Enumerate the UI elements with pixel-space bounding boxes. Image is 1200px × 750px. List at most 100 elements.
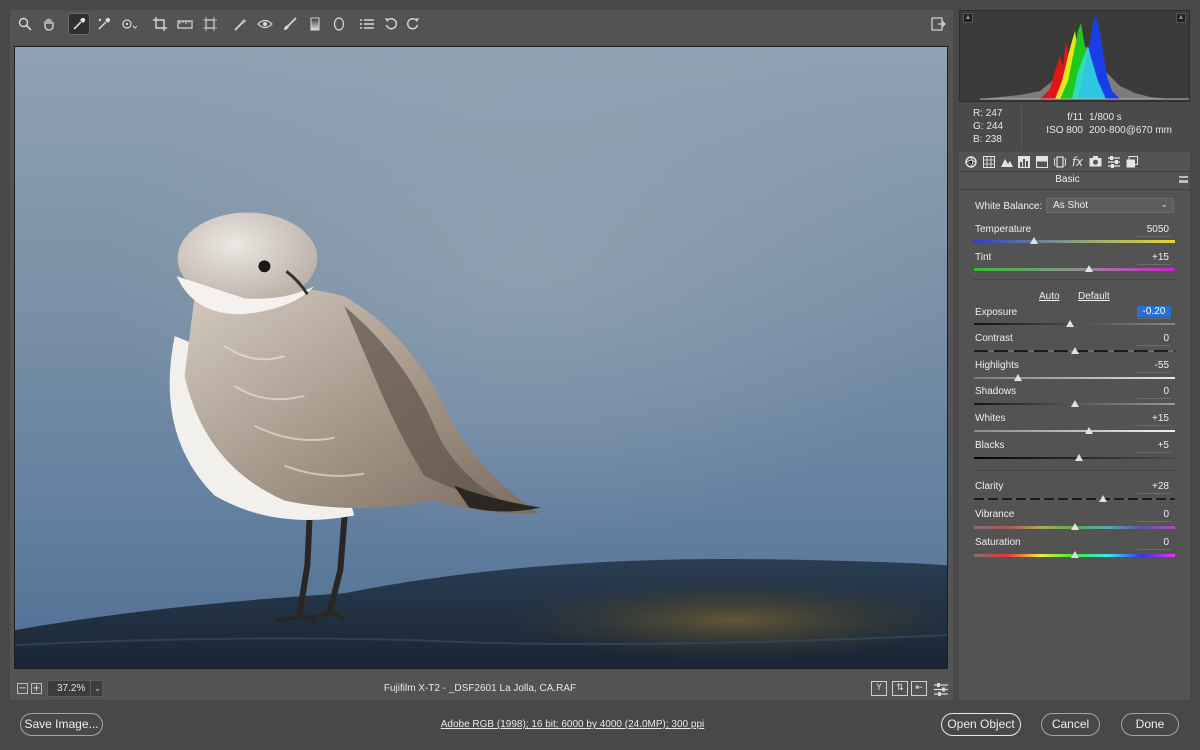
info-area: R: 247 G: 244 B: 238 f/11 1/800 s ISO 800… xyxy=(959,102,1190,152)
save-image-button[interactable]: Save Image... xyxy=(20,713,103,736)
hand-tool-button[interactable] xyxy=(38,13,60,35)
default-button[interactable]: Default xyxy=(1078,291,1110,302)
done-button[interactable]: Done xyxy=(1121,713,1179,736)
image-preview[interactable] xyxy=(14,46,948,669)
tab-effects[interactable]: fx xyxy=(1070,154,1085,169)
panel-menu-icon[interactable] xyxy=(1179,176,1188,183)
temperature-label: Temperature xyxy=(975,224,1032,235)
section-divider xyxy=(973,470,1176,471)
whites-value[interactable]: +15 xyxy=(1137,413,1171,426)
tab-hsl[interactable] xyxy=(1016,154,1031,169)
tab-camera-calibration[interactable] xyxy=(1088,154,1103,169)
exposure-slider[interactable] xyxy=(974,323,1175,325)
tint-slider-thumb[interactable] xyxy=(1084,265,1093,272)
whites-slider-thumb[interactable] xyxy=(1084,427,1093,434)
copy-settings-button[interactable]: ⇤ xyxy=(911,681,927,696)
saturation-slider-thumb[interactable] xyxy=(1070,551,1079,558)
info-divider xyxy=(1021,106,1022,148)
clarity-slider[interactable] xyxy=(974,498,1175,500)
red-eye-tool-button[interactable] xyxy=(254,13,276,35)
temperature-slider[interactable] xyxy=(974,240,1175,243)
crop-tool-button[interactable] xyxy=(149,13,171,35)
exposure-slider-thumb[interactable] xyxy=(1066,320,1075,327)
file-name: Fujifilm X-T2 - _DSF2601 La Jolla, CA.RA… xyxy=(383,683,577,694)
tint-value[interactable]: +15 xyxy=(1137,252,1171,265)
vibrance-slider-thumb[interactable] xyxy=(1070,523,1079,530)
brush-icon xyxy=(284,17,297,30)
sliders-icon xyxy=(934,682,948,696)
lens-icon xyxy=(1053,155,1066,168)
target-adjust-icon xyxy=(122,19,137,29)
chevron-down-icon[interactable]: ⌄ xyxy=(90,681,104,696)
clarity-slider-thumb[interactable] xyxy=(1098,495,1107,502)
red-eye-icon xyxy=(257,19,273,29)
tint-slider[interactable] xyxy=(974,268,1175,271)
shadows-value[interactable]: 0 xyxy=(1137,386,1171,399)
auto-button[interactable]: Auto xyxy=(1039,291,1060,302)
swap-settings-button[interactable]: ⇅ xyxy=(892,681,908,696)
aperture-icon xyxy=(964,155,977,168)
tab-basic[interactable] xyxy=(963,154,978,169)
rotate-ccw-button[interactable] xyxy=(380,13,402,35)
white-balance-tool-button[interactable] xyxy=(68,13,90,35)
graduated-filter-tool-button[interactable] xyxy=(304,13,326,35)
blacks-slider-thumb[interactable] xyxy=(1074,454,1083,461)
zoom-level-value: 37.2% xyxy=(57,683,86,694)
transform-tool-button[interactable] xyxy=(199,13,221,35)
shadow-clipping-warning-button[interactable]: ▲ xyxy=(963,13,973,23)
white-balance-select[interactable]: As Shot ⌄ xyxy=(1046,198,1174,213)
camera-icon xyxy=(1089,156,1102,167)
minus-icon: − xyxy=(18,683,27,694)
before-after-view-button[interactable]: Y xyxy=(871,681,887,696)
rgb-r: R: 247 xyxy=(973,108,1003,119)
iso: ISO 800 xyxy=(1046,125,1083,136)
view-settings-button[interactable] xyxy=(930,678,952,700)
contrast-slider-thumb[interactable] xyxy=(1070,347,1079,354)
highlights-slider[interactable] xyxy=(974,377,1175,379)
adjustment-brush-tool-button[interactable] xyxy=(279,13,301,35)
tab-snapshots[interactable] xyxy=(1124,154,1139,169)
workflow-options-link[interactable]: Adobe RGB (1998); 16 bit; 6000 by 4000 (… xyxy=(300,719,845,730)
vibrance-value[interactable]: 0 xyxy=(1137,509,1171,522)
zoom-in-button[interactable]: + xyxy=(31,683,42,694)
targeted-adjustment-tool-button[interactable] xyxy=(118,13,140,35)
zoom-tool-button[interactable] xyxy=(14,13,36,35)
adjustments-panel: ▲ ▲ R: 247 G: 244 B: 238 f/11 1/800 s ISO… xyxy=(959,10,1190,700)
panel-header: Basic xyxy=(959,172,1190,190)
whites-slider[interactable] xyxy=(974,430,1175,432)
preferences-button[interactable] xyxy=(356,13,378,35)
cancel-button[interactable]: Cancel xyxy=(1041,713,1100,736)
swap-icon: ⇅ xyxy=(896,683,904,693)
saturation-value[interactable]: 0 xyxy=(1137,537,1171,550)
color-sampler-tool-button[interactable] xyxy=(93,13,115,35)
tab-detail[interactable] xyxy=(999,154,1014,169)
clarity-value[interactable]: +28 xyxy=(1137,481,1171,494)
straighten-tool-button[interactable] xyxy=(174,13,196,35)
blacks-value[interactable]: +5 xyxy=(1137,440,1171,453)
split-toning-icon xyxy=(1035,155,1048,168)
temperature-value[interactable]: 5050 xyxy=(1137,224,1171,237)
straighten-icon xyxy=(177,20,193,29)
exposure-label: Exposure xyxy=(975,307,1018,318)
radial-filter-tool-button[interactable] xyxy=(328,13,350,35)
shadows-slider-thumb[interactable] xyxy=(1070,400,1079,407)
status-bar: − + 37.2% ⌄ Fujifilm X-T2 - _DSF2601 La … xyxy=(10,678,953,700)
exposure-value[interactable]: -0.20 xyxy=(1137,306,1171,319)
rotate-cw-button[interactable] xyxy=(402,13,424,35)
tab-lens-corrections[interactable] xyxy=(1052,154,1067,169)
highlight-clipping-warning-button[interactable]: ▲ xyxy=(1176,13,1186,23)
clarity-label: Clarity xyxy=(975,481,1004,492)
temperature-slider-thumb[interactable] xyxy=(1030,237,1039,244)
spot-removal-tool-button[interactable] xyxy=(230,13,252,35)
highlights-slider-thumb[interactable] xyxy=(1014,374,1023,381)
open-object-button[interactable]: Open Object xyxy=(941,713,1021,736)
shutter-speed: 1/800 s xyxy=(1089,112,1122,123)
contrast-value[interactable]: 0 xyxy=(1137,333,1171,346)
before-after-icon: Y xyxy=(876,683,882,693)
tab-presets[interactable] xyxy=(1106,154,1121,169)
tab-split-toning[interactable] xyxy=(1034,154,1049,169)
zoom-out-button[interactable]: − xyxy=(17,683,28,694)
tab-tone-curve[interactable] xyxy=(981,154,996,169)
highlights-value[interactable]: -55 xyxy=(1137,360,1171,373)
fullscreen-button[interactable] xyxy=(927,13,949,35)
